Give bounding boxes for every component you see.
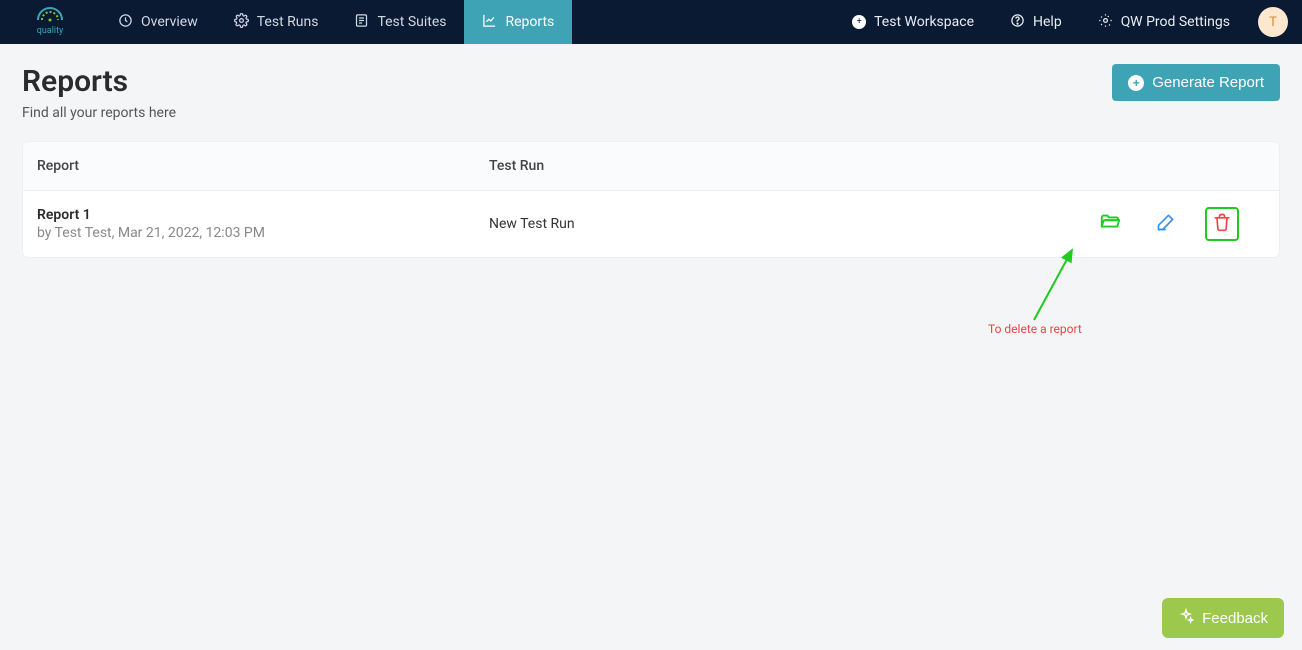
page-title: Reports [22,64,176,99]
workspace-label: Test Workspace [874,14,974,30]
help-label: Help [1033,14,1062,30]
nav-left: Overview Test Runs Test Suites Reports [100,0,572,44]
table-row: Report 1 by Test Test, Mar 21, 2022, 12:… [23,191,1279,257]
trash-icon [1212,212,1232,236]
brand-logo[interactable]: quality [0,7,100,37]
gear-icon [1098,13,1113,32]
nav-test-runs[interactable]: Test Runs [216,0,337,44]
chart-icon [482,13,497,32]
nav-label: Test Suites [377,14,446,30]
reports-table: Report Test Run Report 1 by Test Test, M… [22,141,1280,258]
col-header-report: Report [23,142,475,190]
user-avatar[interactable]: T [1258,7,1288,37]
nav-reports[interactable]: Reports [464,0,572,44]
nav-right: + Test Workspace Help QW Prod Settings T [834,0,1302,44]
checklist-icon [354,13,369,32]
report-byline: by Test Test, Mar 21, 2022, 12:03 PM [37,225,461,241]
workspace-selector[interactable]: + Test Workspace [834,14,992,30]
workspace-dot-icon: + [852,15,866,29]
open-report-button[interactable] [1093,207,1127,241]
nav-overview[interactable]: Overview [100,0,216,44]
top-nav: quality Overview Test Runs Test Suites [0,0,1302,44]
page-subtitle: Find all your reports here [22,105,176,121]
help-link[interactable]: Help [992,13,1080,32]
edit-report-button[interactable] [1149,207,1183,241]
report-name[interactable]: Report 1 [37,207,461,223]
folder-open-icon [1099,211,1121,237]
plus-circle-icon: + [1128,75,1144,91]
page-body: Reports Find all your reports here + Gen… [0,44,1302,278]
generate-report-button[interactable]: + Generate Report [1112,64,1280,101]
dashboard-icon [118,13,133,32]
avatar-initial: T [1269,15,1277,30]
annotation-text: To delete a report [988,322,1082,336]
sparkle-icon [1178,608,1194,628]
pencil-icon [1156,212,1176,236]
svg-text:quality: quality [37,26,64,36]
col-header-test-run: Test Run [475,142,989,190]
gear-icon [234,13,249,32]
nav-label: Test Runs [257,14,319,30]
generate-report-label: Generate Report [1152,74,1264,91]
help-icon [1010,13,1025,32]
nav-test-suites[interactable]: Test Suites [336,0,464,44]
page-header: Reports Find all your reports here + Gen… [22,64,1280,121]
feedback-label: Feedback [1202,610,1268,627]
settings-link[interactable]: QW Prod Settings [1080,13,1248,32]
nav-label: Overview [141,14,198,30]
settings-label: QW Prod Settings [1121,14,1230,30]
feedback-button[interactable]: Feedback [1162,598,1284,638]
col-header-actions [989,142,1279,190]
report-test-run: New Test Run [475,200,989,248]
delete-report-button[interactable] [1205,207,1239,241]
nav-label: Reports [505,14,554,30]
table-header: Report Test Run [23,142,1279,191]
